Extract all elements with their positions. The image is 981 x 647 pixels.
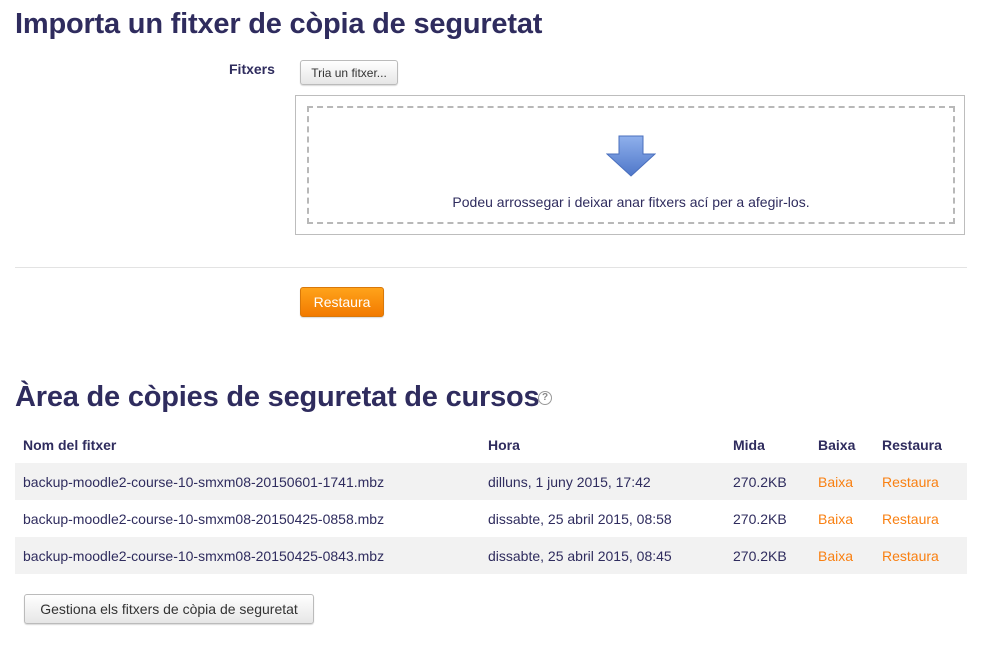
file-size: 270.2KB (725, 463, 810, 500)
file-name: backup-moodle2-course-10-smxm08-20150425… (23, 510, 385, 527)
download-link[interactable]: Baixa (818, 474, 853, 490)
file-name: backup-moodle2-course-10-smxm08-20150425… (15, 537, 480, 574)
file-size: 270.2KB (733, 510, 787, 527)
restore-link[interactable]: Restaura (882, 548, 939, 564)
column-header-name: Nom del fitxer (23, 436, 117, 453)
files-label: Fitxers (229, 61, 275, 77)
column-header-time: Hora (488, 436, 520, 453)
download-link[interactable]: Baixa (818, 548, 853, 564)
file-time: dissabte, 25 abril 2015, 08:45 (480, 537, 725, 574)
file-time: dissabte, 25 abril 2015, 08:58 (488, 510, 672, 527)
table-row: backup-moodle2-course-10-smxm08-20150425… (15, 537, 967, 574)
file-time: dilluns, 1 juny 2015, 17:42 (480, 463, 725, 500)
column-header-download: Baixa (818, 436, 856, 453)
down-arrow-icon (606, 135, 656, 177)
column-header-restore: Restaura (882, 436, 942, 453)
drop-instructions: Podeu arrossegar i deixar anar fitxers a… (452, 194, 810, 210)
backup-files-table: Nom del fitxer Hora Mida Baixa Restaura … (15, 426, 967, 574)
table-header-row: Nom del fitxer Hora Mida Baixa Restaura (15, 426, 967, 463)
restore-button[interactable]: Restaura (300, 287, 384, 317)
choose-file-button[interactable]: Tria un fitxer... (300, 60, 398, 85)
import-title: Importa un fitxer de còpia de seguretat (15, 8, 543, 40)
restore-link[interactable]: Restaura (882, 474, 939, 490)
help-icon[interactable]: ? (538, 391, 552, 405)
divider (15, 267, 967, 268)
table-row: backup-moodle2-course-10-smxm08-20150601… (15, 463, 967, 500)
backup-area-title: Àrea de còpies de seguretat de cursos (15, 381, 540, 413)
manage-backup-files-button[interactable]: Gestiona els fitxers de còpia de seguret… (24, 594, 314, 624)
column-header-size: Mida (733, 436, 765, 453)
download-link[interactable]: Baixa (818, 511, 853, 527)
restore-link[interactable]: Restaura (882, 511, 939, 527)
file-name: backup-moodle2-course-10-smxm08-20150601… (15, 463, 480, 500)
table-row: backup-moodle2-course-10-smxm08-20150425… (15, 500, 967, 537)
file-size: 270.2KB (725, 537, 810, 574)
